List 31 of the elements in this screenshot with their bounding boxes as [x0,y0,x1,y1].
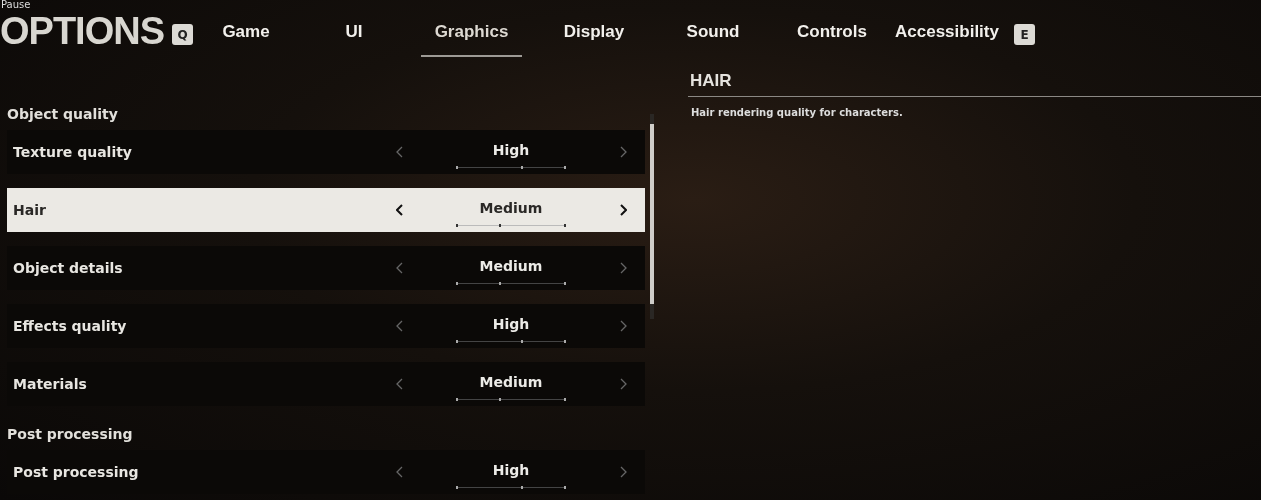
key-hint[interactable]: E [1014,24,1035,45]
tab[interactable]: Game [201,13,291,57]
setting-label: Post processing [12,462,140,482]
tab[interactable]: Accessibility [888,13,1006,57]
scrollbar[interactable] [650,114,654,319]
setting-label: Object details [12,258,124,278]
setting-value: Medium [479,257,543,276]
tab[interactable]: Display [536,13,652,57]
options-title: OPTIONS [0,12,166,50]
pause-label: Pause [0,0,32,10]
setting-value: High [492,141,530,160]
section-heading: Post processing [7,425,134,444]
setting-label: Materials [12,374,88,394]
setting-value: Medium [479,373,543,392]
setting-row[interactable]: Hair Medium [7,188,645,232]
section-heading: Object quality [7,105,119,124]
tab[interactable]: UI [299,13,409,57]
chevron-left-icon[interactable] [395,204,403,216]
detail-title: HAIR [688,68,1261,97]
tab[interactable]: Sound [662,13,764,57]
key-hint[interactable]: Q [172,24,193,45]
setting-value: Medium [479,199,543,218]
setting-label: Effects quality [12,316,128,336]
setting-label: Texture quality [12,142,133,162]
chevron-right-icon[interactable] [619,204,627,216]
detail-description: Hair rendering quality for characters. [690,105,904,120]
setting-label: Hair [12,200,47,220]
setting-value: High [492,315,530,334]
setting-value: High [492,461,530,480]
tab[interactable]: Controls [776,13,888,57]
tab[interactable]: Graphics [421,13,522,57]
